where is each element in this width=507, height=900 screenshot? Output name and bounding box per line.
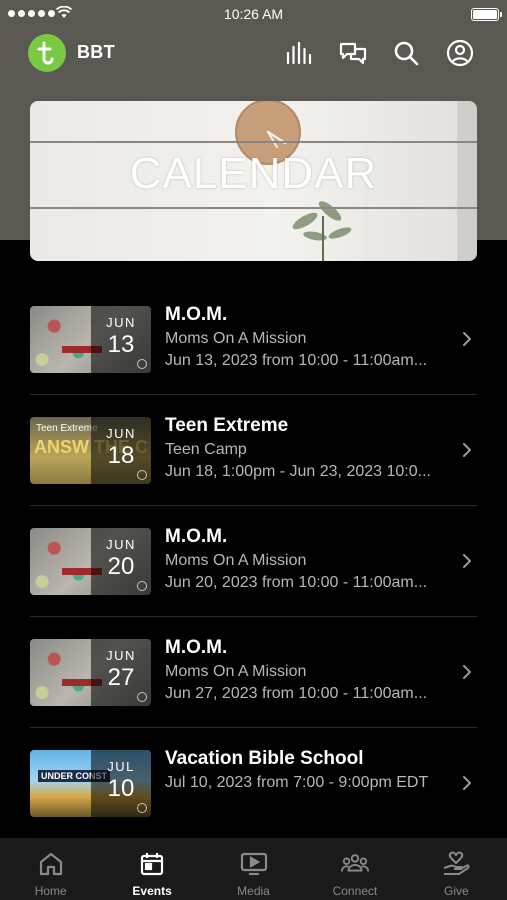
banner-line-bottom <box>30 207 477 209</box>
event-text: M.O.M. Moms On A Mission Jun 20, 2023 from… <box>165 526 457 592</box>
church-logo-icon <box>137 803 147 813</box>
chevron-right-icon <box>463 554 471 568</box>
give-icon <box>442 850 470 878</box>
tab-give[interactable]: Give <box>406 838 507 900</box>
event-text: M.O.M. Moms On A Mission Jun 13, 2023 from… <box>165 304 457 370</box>
event-subtitle: Teen Camp <box>165 441 247 458</box>
event-row[interactable]: JUN 13 M.O.M. Moms On A Mission Jun 13, 2023… <box>30 284 477 395</box>
home-icon <box>37 850 65 878</box>
event-day: 18 <box>107 442 135 469</box>
event-row[interactable]: JUN 20 M.O.M. Moms On A Mission Jun 20, 2023… <box>30 506 477 617</box>
event-day: 13 <box>107 331 135 358</box>
event-text: M.O.M. Moms On A Mission Jun 27, 2023 from… <box>165 637 457 703</box>
event-title: M.O.M. <box>165 526 228 547</box>
event-text: Vacation Bible School Jul 10, 2023 from 7… <box>165 748 457 792</box>
event-datetime: Jun 13, 2023 from 10:00 - 11:00am... <box>165 352 428 369</box>
media-icon <box>240 850 268 878</box>
tab-events[interactable]: Events <box>101 838 202 900</box>
tab-label: Events <box>132 884 172 898</box>
event-title: M.O.M. <box>165 304 228 325</box>
church-logo-icon <box>37 41 54 65</box>
bottom-tab-bar: Home Events Media Connect Give <box>0 838 507 900</box>
event-row[interactable]: JUN 27 M.O.M. Moms On A Mission Jun 27, 2023… <box>30 617 477 728</box>
tab-home[interactable]: Home <box>0 838 101 900</box>
event-month: JUN <box>106 648 136 663</box>
audio-bars-icon[interactable] <box>284 38 314 68</box>
event-month: JUN <box>106 315 136 330</box>
event-month: JUN <box>106 537 136 552</box>
event-subtitle: Moms On A Mission <box>165 330 307 347</box>
event-day: 10 <box>107 775 135 802</box>
church-logo-icon <box>137 359 147 369</box>
event-thumbnail: UNDER CONST JUL 10 <box>30 750 151 817</box>
tab-label: Media <box>237 884 270 898</box>
event-title: M.O.M. <box>165 637 228 658</box>
event-title: Vacation Bible School <box>165 748 364 769</box>
event-subtitle: Moms On A Mission <box>165 552 307 569</box>
chevron-right-icon <box>463 776 471 790</box>
tab-connect[interactable]: Connect <box>304 838 405 900</box>
event-title: Teen Extreme <box>165 415 289 436</box>
event-day: 20 <box>107 553 135 580</box>
tab-label: Connect <box>332 884 378 898</box>
church-logo-icon <box>137 470 147 480</box>
profile-icon[interactable] <box>445 38 475 68</box>
chevron-right-icon <box>463 665 471 679</box>
chevron-right-icon <box>463 332 471 346</box>
tab-label: Give <box>443 884 469 898</box>
event-month: JUN <box>106 426 136 441</box>
event-thumbnail: Teen ExtremeANSW THE CJUN18 <box>30 417 151 484</box>
event-text: Teen Extreme Teen Camp Jun 18, 1:00pm - Ju… <box>165 415 457 481</box>
app-name: BBT <box>77 42 115 62</box>
calendar-hero-banner: CALENDAR <box>30 101 477 261</box>
event-subtitle: Moms On A Mission <box>165 663 307 680</box>
event-datetime: Jul 10, 2023 from 7:00 - 9:00pm EDT <box>165 774 429 791</box>
battery-icon <box>471 8 502 21</box>
status-bar: 10:26 AM <box>0 0 507 28</box>
event-datetime: Jun 27, 2023 from 10:00 - 11:00am... <box>165 685 428 702</box>
tab-media[interactable]: Media <box>203 838 304 900</box>
banner-line-top <box>30 141 477 143</box>
church-logo-icon <box>137 692 147 702</box>
event-list: JUN 13 M.O.M. Moms On A Mission Jun 13, 2023… <box>30 284 477 839</box>
app-header: BBT <box>0 32 507 76</box>
event-day: 27 <box>107 664 135 691</box>
page-title: CALENDAR <box>129 149 378 198</box>
chevron-right-icon <box>463 443 471 457</box>
search-icon[interactable] <box>391 38 421 68</box>
event-month: JUL <box>107 759 135 774</box>
event-datetime: Jun 20, 2023 from 10:00 - 11:00am... <box>165 574 428 591</box>
calendar-icon <box>138 850 166 878</box>
app-logo[interactable] <box>28 34 66 72</box>
church-logo-icon <box>137 581 147 591</box>
tab-label: Home <box>34 884 67 898</box>
event-thumbnail: JUN 13 <box>30 306 151 373</box>
people-icon <box>340 850 369 878</box>
event-thumbnail: JUN 27 <box>30 639 151 706</box>
thumb-caption: Teen Extreme <box>36 423 98 434</box>
event-row[interactable]: UNDER CONST JUL 10 Vacation Bible School Jul… <box>30 728 477 839</box>
status-time: 10:26 AM <box>223 6 284 22</box>
event-datetime: Jun 18, 1:00pm - Jun 23, 2023 10:0... <box>165 463 431 480</box>
event-row[interactable]: Teen ExtremeANSW THE CJUN18Teen ExtremeT… <box>30 395 477 506</box>
event-thumbnail: JUN 20 <box>30 528 151 595</box>
chat-icon[interactable] <box>338 38 368 68</box>
